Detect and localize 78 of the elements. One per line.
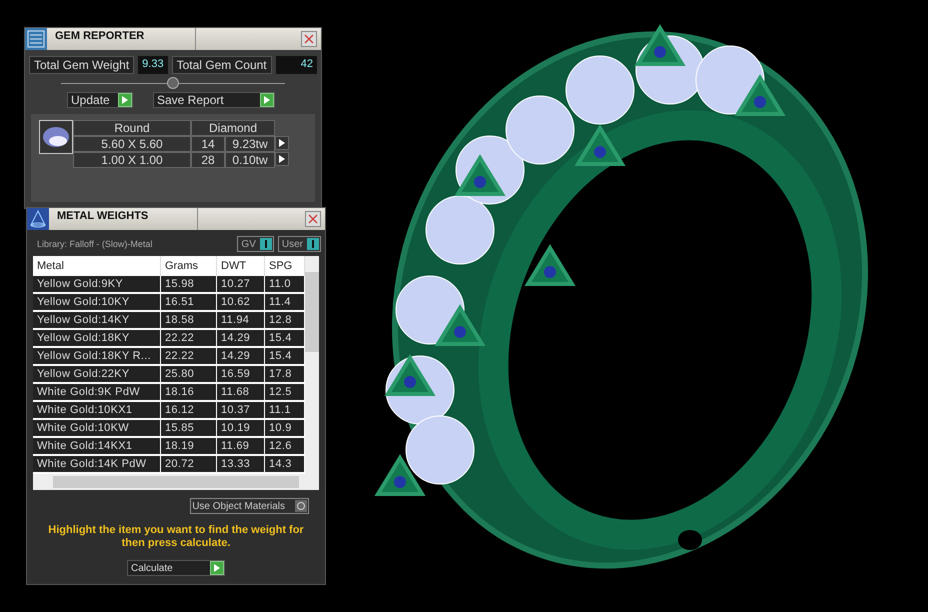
close-icon [304, 34, 314, 44]
table-cell: 10.37 [217, 402, 265, 420]
table-cell: Yellow Gold:18KY R... [33, 348, 161, 366]
close-button[interactable] [301, 31, 317, 47]
table-cell: 14.3 [265, 456, 305, 474]
gem-material: Diamond [191, 120, 275, 136]
table-cell: 25.80 [161, 366, 217, 384]
table-cell: 18.58 [161, 312, 217, 330]
table-cell: 22.22 [161, 330, 217, 348]
table-cell: White Gold:9K PdW [33, 384, 161, 402]
table-cell: 11.0 [265, 276, 305, 294]
total-weight-value: 9.33 [138, 56, 168, 74]
gem-weight: 9.23tw [225, 136, 275, 152]
table-cell: Yellow Gold:22KY [33, 366, 161, 384]
table-cell: 15.4 [265, 330, 305, 348]
table-cell: 11.69 [217, 438, 265, 456]
library-label: Library: Falloff - (Slow)-Metal [37, 239, 154, 249]
table-cell: White Gold:14K PdW [33, 456, 161, 474]
update-button[interactable]: Update [67, 92, 133, 108]
collapse-handle[interactable] [167, 77, 179, 89]
calculate-button[interactable]: Calculate [127, 560, 225, 576]
instruction-text: Highlight the item you want to find the weight for then press calculate. [47, 523, 305, 550]
table-cell: 14.29 [217, 348, 265, 366]
table-cell: 20.72 [161, 456, 217, 474]
table-cell: 11.68 [217, 384, 265, 402]
table-cell: 15.98 [161, 276, 217, 294]
table-cell: 15.4 [265, 348, 305, 366]
gem-count: 28 [191, 152, 225, 168]
gem-size: 1.00 X 1.00 [73, 152, 191, 168]
use-object-materials-option[interactable]: Use Object Materials [190, 498, 309, 514]
gem-count: 14 [191, 136, 225, 152]
table-cell: White Gold:10KX1 [33, 402, 161, 420]
table-cell: Yellow Gold:10KY [33, 294, 161, 312]
table-cell: 16.51 [161, 294, 217, 312]
table-cell: 10.62 [217, 294, 265, 312]
table-cell: Yellow Gold:9KY [33, 276, 161, 294]
table-cell: Yellow Gold:18KY [33, 330, 161, 348]
table-cell: 12.6 [265, 438, 305, 456]
gem-weight: 0.10tw [225, 152, 275, 168]
gem-icon [39, 120, 73, 154]
table-cell: 12.5 [265, 384, 305, 402]
table-cell: 18.19 [161, 438, 217, 456]
table-cell: 17.8 [265, 366, 305, 384]
save-report-button[interactable]: Save Report [153, 92, 275, 108]
field-label: Total Gem Count [172, 56, 272, 74]
toggle-switch[interactable]: User [278, 236, 321, 252]
table-cell: 10.27 [217, 276, 265, 294]
close-button[interactable] [305, 211, 321, 227]
table-cell: 14.29 [217, 330, 265, 348]
table-cell: 16.59 [217, 366, 265, 384]
table-cell: 11.94 [217, 312, 265, 330]
report-icon [25, 28, 47, 50]
total-count-value: 42 [276, 56, 317, 74]
table-cell: 11.4 [265, 294, 305, 312]
horizontal-scrollbar[interactable] [33, 474, 319, 490]
select-button[interactable] [275, 152, 289, 166]
close-icon [308, 214, 318, 224]
select-button[interactable] [275, 136, 289, 150]
table-cell: 15.85 [161, 420, 217, 438]
table-cell: 22.22 [161, 348, 217, 366]
table-cell: 12.8 [265, 312, 305, 330]
table-cell: 16.12 [161, 402, 217, 420]
table-cell: 10.19 [217, 420, 265, 438]
table-cell: 10.9 [265, 420, 305, 438]
panel-title: GEM REPORTER [47, 28, 196, 50]
table-cell: White Gold:10KW [33, 420, 161, 438]
field-label: Total Gem Weight [29, 56, 134, 74]
table-cell: 18.16 [161, 384, 217, 402]
table-cell: 13.33 [217, 456, 265, 474]
gem-size: 5.60 X 5.60 [73, 136, 191, 152]
toggle-switch[interactable]: GV [237, 236, 274, 252]
panel-title: METAL WEIGHTS [49, 208, 198, 230]
gem-shape: Round [73, 120, 191, 136]
table-cell: White Gold:14KX1 [33, 438, 161, 456]
vertical-scrollbar[interactable] [305, 256, 319, 474]
cone-icon [27, 208, 49, 230]
table-cell: Yellow Gold:14KY [33, 312, 161, 330]
table-cell: 11.1 [265, 402, 305, 420]
